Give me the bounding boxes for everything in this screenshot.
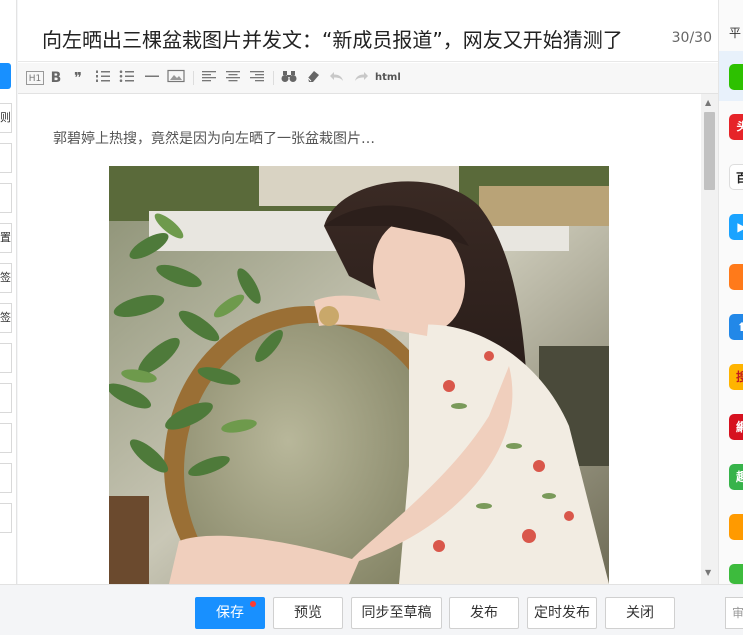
sohu-icon[interactable]: 搜 — [729, 364, 743, 390]
heading-icon[interactable]: H1 — [26, 71, 44, 85]
quote-icon[interactable]: ❞ — [70, 69, 86, 87]
scrollbar-thumb[interactable] — [704, 112, 715, 190]
left-sidebar-item[interactable] — [0, 143, 12, 173]
editor-scrollbar[interactable]: ▲ ▼ — [701, 94, 718, 584]
binoculars-icon[interactable] — [281, 69, 297, 87]
title-char-count: 30/30 — [671, 30, 712, 46]
mascot-icon[interactable] — [729, 264, 743, 290]
align-right-icon[interactable] — [249, 69, 265, 87]
title-row: 向左晒出三棵盆栽图片并发文：“新成员报道”，网友又开始猜测了 30/30 — [18, 0, 718, 62]
editor-content-area[interactable]: 郭碧婷上热搜，竟然是因为向左晒了一张盆栽图片… — [18, 94, 701, 584]
redo-icon[interactable] — [353, 69, 369, 87]
review-button[interactable]: 审 — [725, 597, 743, 629]
article-editor-window: 则 置 签 签 向左晒出三棵盆栽图片并发文：“新成员报道”，网友又开始猜测了 3… — [0, 0, 743, 635]
article-title-input[interactable]: 向左晒出三棵盆栽图片并发文：“新成员报道”，网友又开始猜测了 — [42, 24, 623, 53]
align-left-icon[interactable] — [201, 69, 217, 87]
html-icon[interactable]: html — [375, 69, 401, 87]
undo-icon[interactable] — [329, 69, 345, 87]
article-photo[interactable] — [109, 166, 609, 584]
save-button-label: 保存 — [216, 605, 244, 621]
toolbar-divider — [193, 71, 194, 85]
horizontal-rule-icon[interactable] — [144, 69, 160, 87]
left-sidebar-item[interactable]: 则 — [0, 103, 12, 133]
image-icon[interactable] — [167, 69, 185, 87]
left-sidebar-item[interactable] — [0, 343, 12, 373]
ordered-list-icon[interactable] — [95, 69, 111, 87]
left-sidebar: 则 置 签 签 — [0, 0, 17, 584]
weibo-icon[interactable] — [729, 514, 743, 540]
scroll-down-icon[interactable]: ▼ — [705, 568, 711, 577]
left-sidebar-item[interactable]: 置 — [0, 223, 12, 253]
editor-panel: 向左晒出三棵盆栽图片并发文：“新成员报道”，网友又开始猜测了 30/30 H1 … — [18, 0, 718, 584]
publish-button[interactable]: 发布 — [449, 597, 519, 629]
scheduled-publish-button[interactable]: 定时发布 — [527, 597, 597, 629]
unordered-list-icon[interactable] — [119, 69, 135, 87]
lead-paragraph: 郭碧婷上热搜，竟然是因为向左晒了一张盆栽图片… — [53, 131, 375, 147]
close-button[interactable]: 关闭 — [605, 597, 675, 629]
left-sidebar-active-item[interactable] — [0, 63, 11, 89]
toolbar-divider — [273, 71, 274, 85]
eraser-icon[interactable] — [305, 69, 321, 87]
left-sidebar-item[interactable] — [0, 463, 12, 493]
toutiao-icon[interactable]: 头 — [729, 114, 743, 140]
platform-panel: 平 头 百 ▶ ⬆ 搜 網 趣 — [718, 0, 743, 584]
video-platform-icon[interactable]: ▶ — [729, 214, 743, 240]
align-center-icon[interactable] — [225, 69, 241, 87]
editor-toolbar: H1 B ❞ html — [18, 63, 718, 94]
left-sidebar-item[interactable] — [0, 423, 12, 453]
extra-platform-icon[interactable] — [729, 564, 743, 584]
action-bar: 保存 预览 同步至草稿 发布 定时发布 关闭 审 — [0, 584, 743, 635]
wechat-icon[interactable] — [729, 64, 743, 90]
bold-icon[interactable]: B — [48, 69, 64, 87]
baijiahao-icon[interactable]: 百 — [729, 164, 743, 190]
netease-icon[interactable]: 網 — [729, 414, 743, 440]
unsaved-indicator — [250, 601, 256, 607]
scroll-up-icon[interactable]: ▲ — [705, 98, 711, 107]
left-sidebar-item[interactable] — [0, 383, 12, 413]
upload-platform-icon[interactable]: ⬆ — [729, 314, 743, 340]
qutoutiao-icon[interactable]: 趣 — [729, 464, 743, 490]
left-sidebar-item[interactable]: 签 — [0, 263, 12, 293]
preview-button[interactable]: 预览 — [273, 597, 343, 629]
sync-to-draft-button[interactable]: 同步至草稿 — [351, 597, 442, 629]
left-sidebar-item[interactable]: 签 — [0, 303, 12, 333]
platform-panel-title: 平 — [729, 26, 742, 40]
save-button[interactable]: 保存 — [195, 597, 265, 629]
left-sidebar-item[interactable] — [0, 183, 12, 213]
left-sidebar-item[interactable] — [0, 503, 12, 533]
